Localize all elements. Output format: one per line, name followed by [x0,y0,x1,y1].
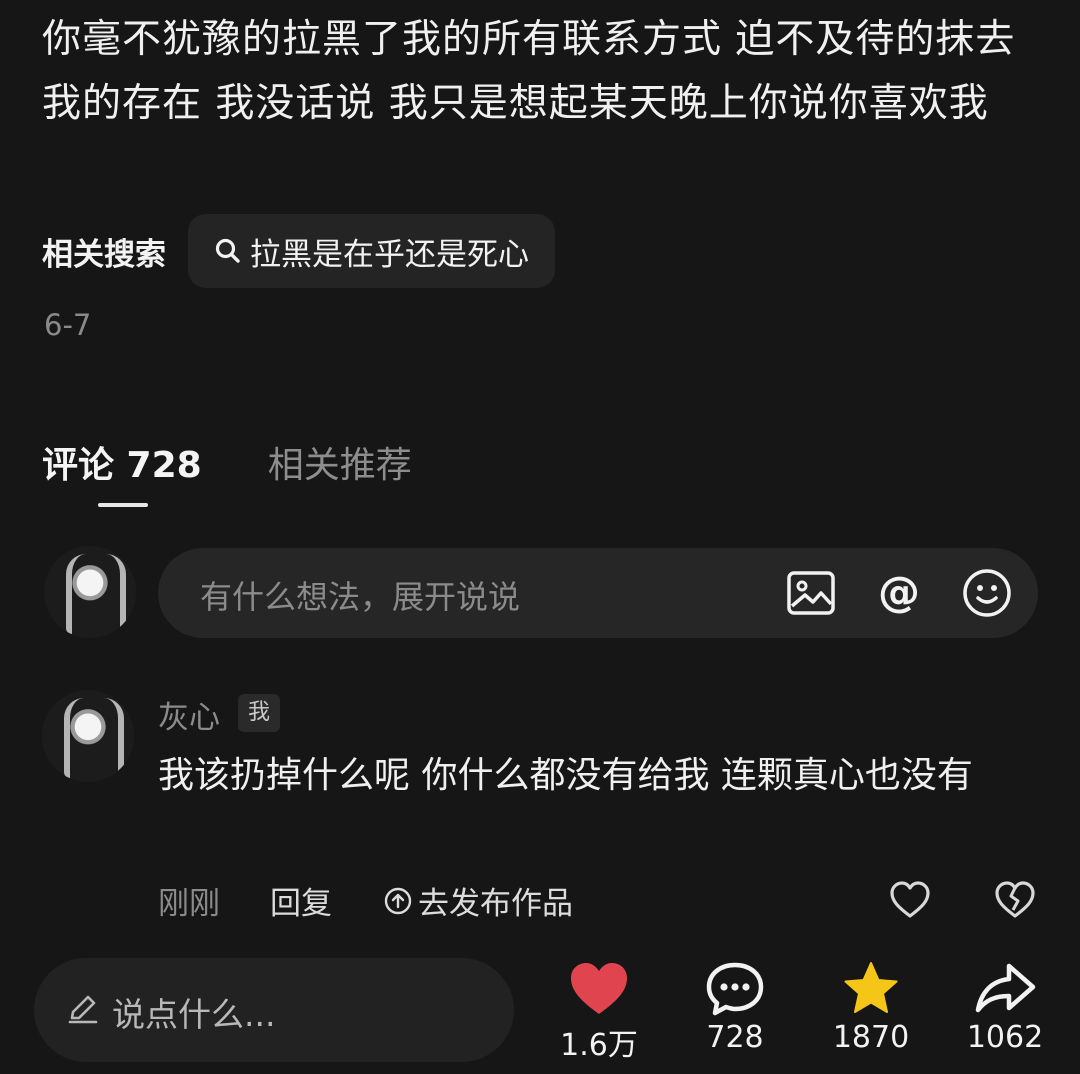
comment-text: 我该扔掉什么呢 你什么都没有给我 连颗真心也没有 [158,755,973,796]
heart-filled-icon [571,963,627,1014]
chat-bubble-icon [706,962,764,1016]
broken-heart-icon[interactable] [993,880,1037,920]
comment-input-placeholder: 有什么想法，展开说说 [200,578,521,616]
reply-button[interactable]: 回复 [270,878,332,923]
related-search-label: 相关搜索 [42,236,166,273]
comment-time: 刚刚 [158,886,220,922]
publish-work-button[interactable]: 去发布作品 [384,878,573,923]
comment-count: 728 [706,1020,764,1055]
at-icon[interactable]: @ [872,566,926,620]
say-something-input[interactable]: 说点什么... [34,958,514,1062]
heart-icon[interactable] [888,880,932,920]
comment-tabs: 评论 728 相关推荐 [42,436,412,488]
related-search: 相关搜索 拉黑是在乎还是死心 [42,214,555,288]
share-arrow-icon [975,963,1036,1013]
share-count: 1062 [966,1020,1044,1055]
post-date: 6-7 [44,308,92,342]
favorite-button[interactable]: 1870 [816,960,926,1055]
author-badge: 我 [238,694,281,732]
tab-active-indicator [98,503,148,507]
favorite-count: 1870 [832,1020,910,1055]
image-icon[interactable] [784,566,838,620]
avatar[interactable] [44,546,136,638]
tab-related[interactable]: 相关推荐 [268,436,412,488]
publish-work-label: 去发布作品 [418,886,573,922]
share-button[interactable]: 1062 [950,960,1060,1055]
emoji-icon[interactable] [960,566,1014,620]
related-search-chip[interactable]: 拉黑是在乎还是死心 [188,214,555,288]
say-something-placeholder: 说点什么... [112,995,276,1034]
comment-author-name[interactable]: 灰心 [158,692,220,737]
search-icon [215,238,240,263]
related-search-query: 拉黑是在乎还是死心 [250,236,529,273]
pencil-icon [68,995,98,1024]
like-count: 1.6万 [560,1028,638,1063]
post-text: 你毫不犹豫的拉黑了我的所有联系方式 迫不及待的抹去我的存在 我没话说 我只是想起… [42,17,1016,126]
like-button[interactable]: 1.6万 [544,960,654,1064]
comment-button[interactable]: 728 [680,960,790,1055]
upload-icon [384,887,412,914]
comment-input[interactable]: 有什么想法，展开说说 @ [158,548,1038,638]
tab-comments[interactable]: 评论 728 [42,436,202,488]
svg-text:@: @ [878,567,920,616]
star-icon [844,962,898,1013]
comment-author-avatar[interactable] [42,690,134,782]
